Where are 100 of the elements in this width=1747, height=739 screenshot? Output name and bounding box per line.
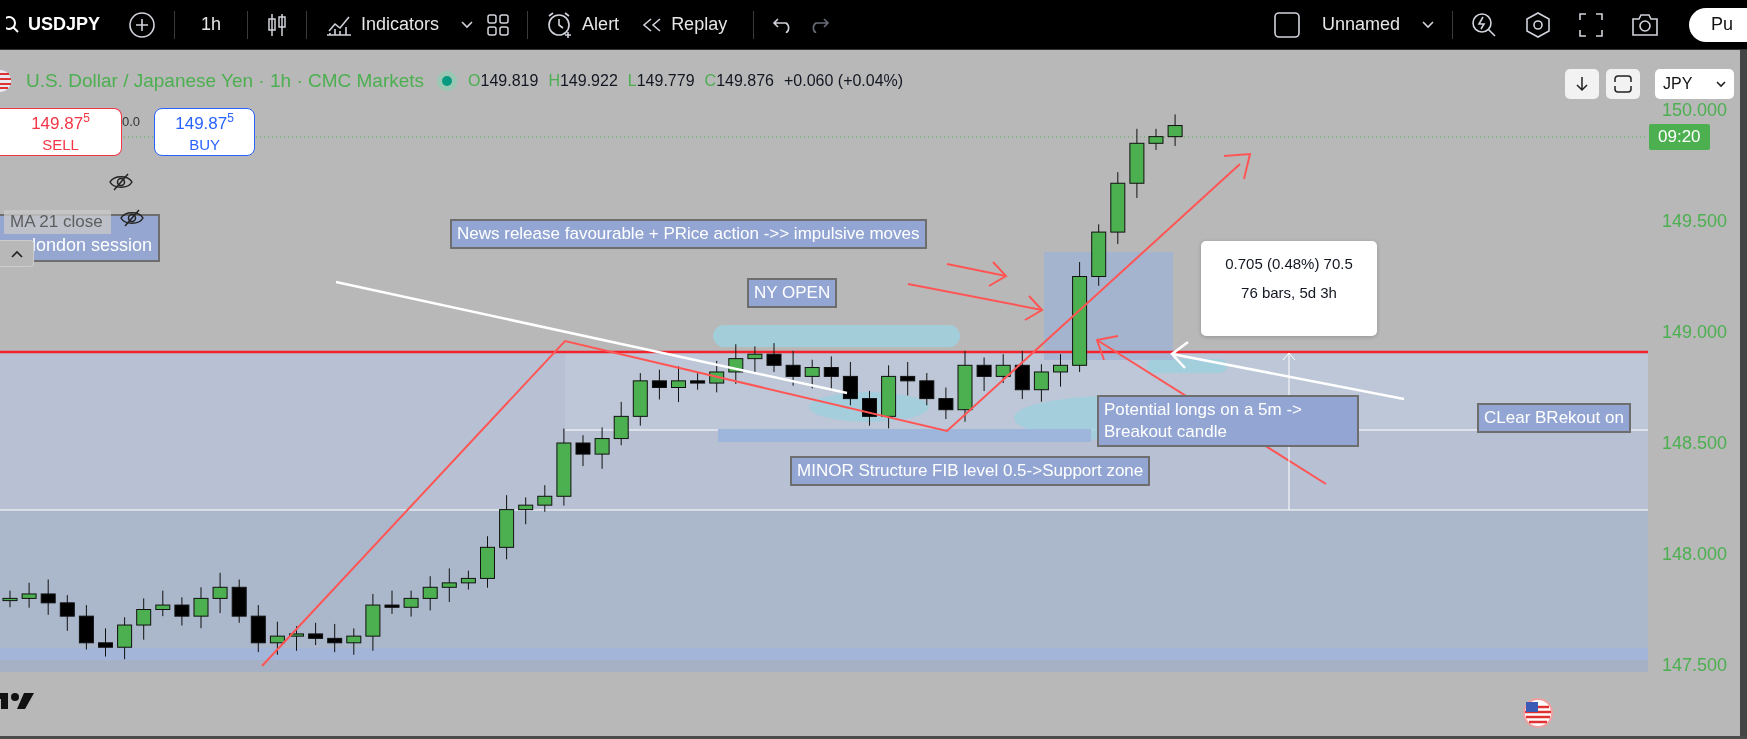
annotation-label: NY OPEN — [747, 278, 838, 308]
candle — [575, 434, 591, 467]
candle — [231, 579, 247, 624]
camera-icon[interactable] — [1630, 12, 1659, 37]
publish-button[interactable]: Pu — [1688, 7, 1747, 42]
price-label: 149.000 — [1662, 322, 1728, 343]
add-icon[interactable] — [128, 10, 157, 39]
candle — [365, 593, 381, 652]
candle — [193, 586, 209, 629]
candle — [1033, 363, 1049, 403]
measure-time-text: 76 bars, 5d 3h — [1241, 284, 1337, 301]
candle — [499, 494, 515, 560]
settings-icon[interactable] — [1524, 11, 1551, 38]
price-label: 148.500 — [1662, 433, 1728, 454]
price-label: 148.000 — [1662, 544, 1728, 565]
ohlc-value: H149.922 — [548, 72, 618, 90]
annotation-label: News release favourable + PRice action ->> impulsive moves — [450, 219, 927, 249]
candle — [900, 361, 916, 396]
annotation-label: CLear BRekout on — [1477, 403, 1631, 433]
candle — [384, 590, 400, 615]
chevron-down-icon[interactable] — [1421, 20, 1434, 29]
quick-search-icon[interactable] — [1470, 11, 1497, 38]
candle — [78, 604, 94, 650]
candle — [1053, 353, 1068, 388]
candle — [804, 359, 820, 389]
candle — [862, 390, 877, 427]
ohlc-value: C149.876 — [704, 72, 774, 90]
candle — [766, 342, 782, 373]
candle — [747, 345, 763, 374]
candle — [1129, 128, 1145, 199]
arrow-down-icon — [1576, 76, 1588, 92]
reset-button[interactable] — [1606, 69, 1640, 99]
candle — [403, 590, 419, 618]
candle — [117, 616, 133, 660]
candle — [460, 570, 476, 590]
alert-button[interactable]: Alert — [574, 14, 628, 35]
ohlc-value: O149.819 — [468, 72, 539, 90]
candle — [212, 572, 228, 614]
candle — [728, 343, 744, 385]
replay-button[interactable]: Replay — [663, 14, 736, 35]
chevron-up-icon — [10, 249, 23, 258]
spread-value: 0.0 — [122, 114, 141, 129]
interval-button[interactable]: 1h — [193, 14, 230, 35]
indicators-button[interactable]: Indicators — [353, 14, 448, 35]
candle — [21, 582, 37, 609]
candle — [59, 594, 75, 632]
eye-off-icon[interactable] — [120, 209, 144, 227]
candle — [518, 496, 534, 525]
candle — [136, 597, 152, 641]
candle — [269, 621, 285, 656]
price-label: 150.000 — [1662, 100, 1728, 121]
price-change: +0.060 (+0.04%) — [783, 72, 904, 90]
candle — [594, 426, 610, 470]
annotation-label: Potential longs on a 5m -> Breakout candle — [1097, 395, 1359, 447]
candle — [346, 627, 362, 656]
chevron-down-icon[interactable] — [461, 20, 474, 29]
candle — [40, 579, 56, 616]
chevron-down-icon — [1716, 80, 1726, 88]
candles-icon[interactable] — [266, 11, 289, 38]
countdown-badge: 09:20 — [1649, 124, 1710, 150]
flag-icon — [0, 70, 12, 92]
flag-icon[interactable] — [1523, 698, 1553, 728]
candle — [976, 357, 992, 392]
candle — [250, 604, 266, 653]
ohlc-value: L149.779 — [627, 72, 695, 90]
candle — [632, 372, 648, 427]
scroll-down-button[interactable] — [1565, 69, 1599, 99]
candle — [2, 590, 18, 608]
eye-off-icon[interactable] — [109, 173, 133, 191]
layout-name-button[interactable]: Unnamed — [1313, 14, 1408, 35]
candle — [842, 361, 858, 406]
collapse-button[interactable] — [0, 240, 34, 267]
candle — [938, 387, 954, 420]
candle — [995, 353, 1011, 384]
candle — [155, 590, 171, 617]
candle — [690, 372, 706, 391]
measure-price-text: 0.705 (0.48%) 70.5 — [1225, 255, 1353, 272]
fullscreen-icon[interactable] — [1578, 12, 1603, 37]
candle — [1091, 223, 1107, 287]
candle — [308, 622, 324, 646]
candle — [785, 350, 801, 387]
candle — [919, 372, 935, 406]
candle — [441, 567, 457, 603]
square-icon[interactable] — [1273, 11, 1300, 38]
currency-select[interactable]: JPY — [1655, 69, 1734, 99]
candle — [1014, 350, 1030, 400]
layout-grid-icon[interactable] — [487, 13, 510, 36]
candle — [709, 360, 725, 393]
search-icon[interactable] — [6, 15, 20, 34]
candle — [327, 623, 343, 653]
candle — [98, 627, 113, 658]
buy-button[interactable]: 149.87$^{5}$ BUY — [154, 108, 256, 156]
sell-button[interactable]: 149.87$^{5}$ SELL — [0, 108, 122, 156]
candle — [671, 365, 686, 403]
price-label: 147.500 — [1662, 655, 1728, 676]
reset-icon — [1613, 75, 1633, 93]
candle — [289, 625, 304, 652]
annotation-label: MINOR Structure FIB level 0.5->Support zone — [790, 456, 1151, 486]
symbol-button[interactable]: USDJPY — [20, 14, 109, 35]
candle — [480, 535, 495, 589]
